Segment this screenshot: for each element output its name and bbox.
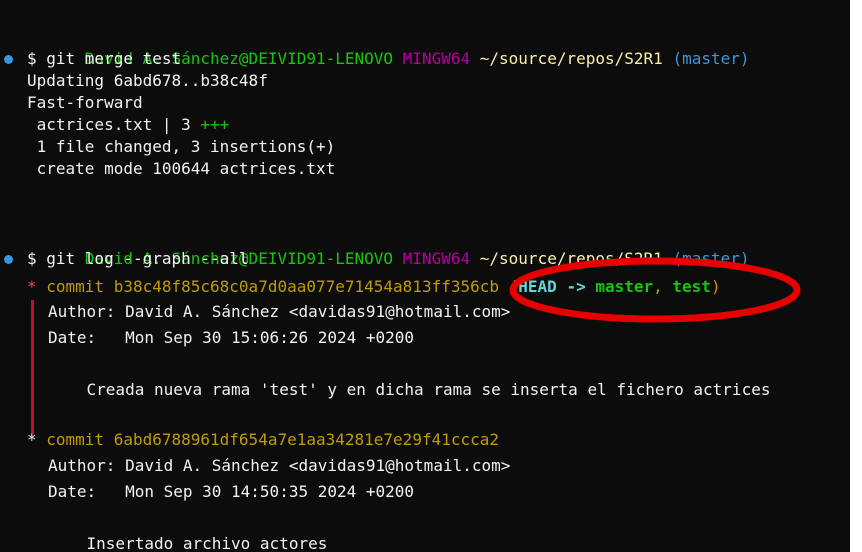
graph-star: * — [27, 277, 47, 296]
prompt-line: David A. Sánchez@DEIVID91-LENOVO MINGW64… — [0, 26, 750, 68]
commit-author: Author: David A. Sánchez <davidas91@hotm… — [0, 455, 510, 477]
ref-paren: ) — [710, 277, 721, 296]
head-ref: HEAD -> — [518, 277, 596, 296]
command-marker-icon — [4, 55, 13, 64]
output-line: Updating 6abd678..b38c48f — [0, 70, 268, 92]
commit-hash: commit 6abd6788961df654a7e1aa34281e7e29f… — [46, 430, 500, 449]
command-line: $ git merge test — [0, 48, 181, 70]
command-line: $ git log --graph --all — [0, 248, 249, 270]
prompt-line: David A. Sánchez@DEIVID91-LENOVO MINGW64… — [0, 226, 750, 268]
output-text: Fast-forward — [27, 93, 143, 112]
prompt-path: ~/source/repos/S2R1 — [479, 249, 663, 268]
output-text: 1 file changed, 3 insertions(+) — [27, 137, 336, 156]
author-text: Author: David A. Sánchez <davidas91@hotm… — [48, 456, 511, 475]
diffstat-file: actrices.txt | 3 — [27, 115, 201, 134]
commit-message: Creada nueva rama 'test' y en dicha rama… — [0, 379, 771, 401]
author-text: Author: David A. Sánchez <davidas91@hotm… — [48, 302, 511, 321]
graph-star: * — [27, 430, 47, 449]
command-marker-icon — [4, 255, 13, 264]
output-line: 1 file changed, 3 insertions(+) — [0, 136, 336, 158]
ref-paren: ( — [499, 277, 519, 296]
prompt-shell: MINGW64 — [402, 249, 471, 268]
output-text: create mode 100644 actrices.txt — [27, 159, 336, 178]
date-text: Date: Mon Sep 30 14:50:35 2024 +0200 — [48, 482, 415, 501]
commit-author: Author: David A. Sánchez <davidas91@hotm… — [0, 301, 510, 323]
prompt-shell: MINGW64 — [402, 49, 471, 68]
output-text: Updating 6abd678..b38c48f — [27, 71, 268, 90]
output-line: actrices.txt | 3 +++ — [0, 114, 230, 136]
branch-test-ref: test — [672, 277, 711, 296]
diffstat-plus: +++ — [200, 115, 230, 134]
commit-line: * commit b38c48f85c68c0a7d0aa077e71454a8… — [0, 276, 721, 298]
message-text: Creada nueva rama 'test' y en dicha rama… — [48, 380, 771, 399]
commit-hash-tail: cb — [479, 277, 500, 296]
commit-line: * commit 6abd6788961df654a7e1aa34281e7e2… — [0, 429, 499, 451]
commit-date: Date: Mon Sep 30 15:06:26 2024 +0200 — [0, 327, 414, 349]
date-text: Date: Mon Sep 30 15:06:26 2024 +0200 — [48, 328, 415, 347]
prompt-branch: (master) — [672, 49, 750, 68]
message-text: Insertado archivo actores — [48, 534, 328, 552]
commit-date: Date: Mon Sep 30 14:50:35 2024 +0200 — [0, 481, 414, 503]
terminal-window[interactable]: David A. Sánchez@DEIVID91-LENOVO MINGW64… — [0, 0, 850, 552]
ref-separator: , — [653, 277, 673, 296]
output-line: create mode 100644 actrices.txt — [0, 158, 336, 180]
commit-message: Insertado archivo actores — [0, 533, 328, 552]
output-line: Fast-forward — [0, 92, 143, 114]
prompt-path: ~/source/repos/S2R1 — [479, 49, 663, 68]
commit-hash: commit b38c48f85c68c0a7d0aa077e71454a813… — [46, 277, 480, 296]
command-text: $ git merge test — [27, 49, 182, 68]
command-text: $ git log --graph --all — [27, 249, 249, 268]
branch-master-ref: master — [595, 277, 654, 296]
prompt-branch: (master) — [672, 249, 750, 268]
